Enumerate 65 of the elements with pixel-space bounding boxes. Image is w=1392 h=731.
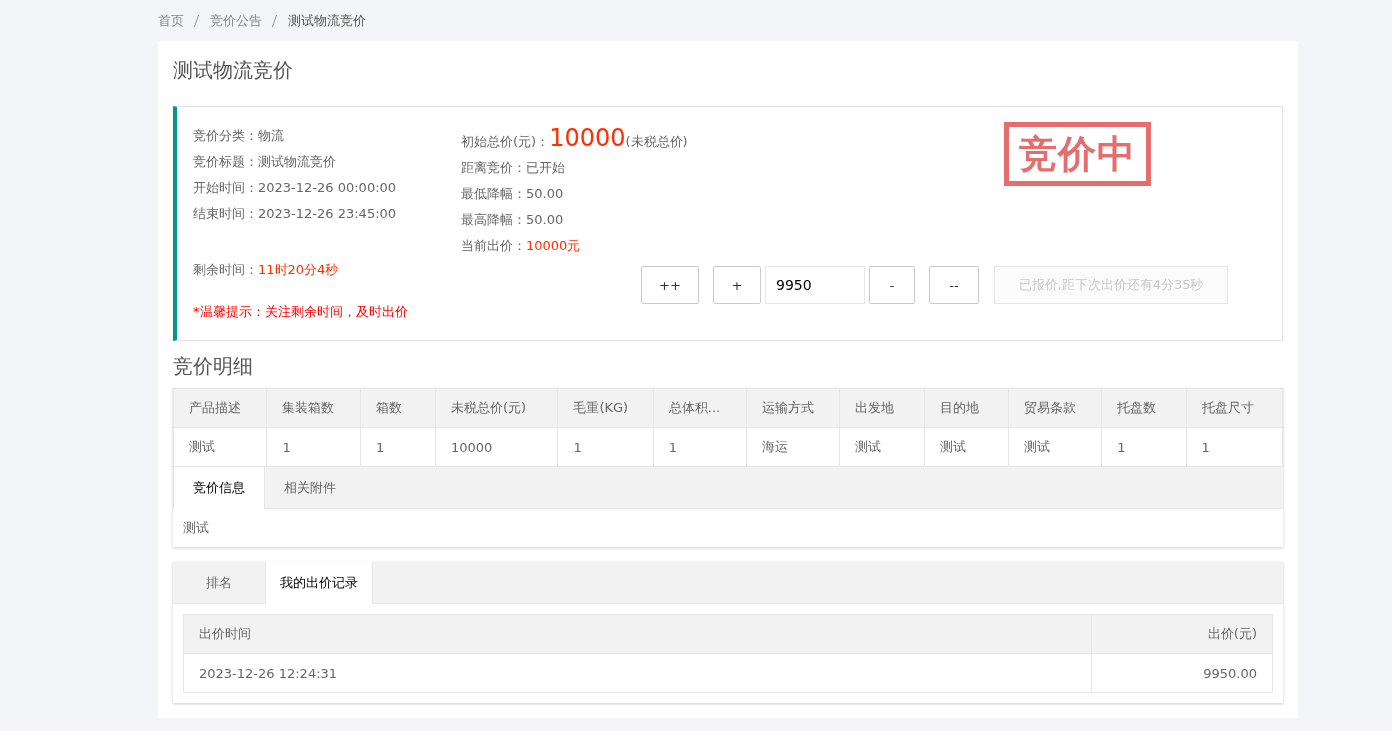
section-title: 竞价明细 — [173, 353, 254, 380]
price-value: 10000 — [549, 124, 626, 152]
breadcrumb-link[interactable]: 测试物流竞价 — [288, 11, 366, 30]
field-value: 2023-12-26 23:45:00 — [258, 206, 397, 221]
column-header: 出价时间 — [183, 614, 1092, 654]
field-label: 最高降幅： — [461, 212, 526, 227]
column-header: 目的地 — [924, 388, 1009, 428]
column-header: 未税总价(元) — [435, 388, 558, 428]
increase-more-button[interactable]: ++ — [641, 266, 699, 304]
table-cell: 测试 — [173, 427, 267, 467]
field-label: 初始总价(元)： — [461, 134, 550, 149]
tab-content: 测试 — [182, 519, 210, 537]
field-label: 距离竞价： — [461, 160, 526, 175]
tab[interactable]: 竞价信息 — [173, 467, 265, 509]
field-value: 2023-12-26 00:00:00 — [258, 180, 397, 195]
field-label: 结束时间： — [193, 206, 258, 221]
field-label: 剩余时间： — [193, 262, 258, 277]
table-cell: 2023-12-26 12:24:31 — [183, 653, 1092, 693]
tab[interactable]: 相关附件 — [265, 467, 355, 508]
column-header: 运输方式 — [746, 388, 840, 428]
column-header: 贸易条款 — [1008, 388, 1102, 428]
field-value: 10000元 — [526, 238, 581, 253]
table-cell: 测试 — [839, 427, 925, 467]
status-stamp: 竞价中 — [1004, 122, 1151, 186]
decrease-more-button[interactable]: -- — [929, 266, 979, 304]
table-cell: 1 — [557, 427, 654, 467]
increase-button[interactable]: + — [713, 266, 761, 304]
field-value: 50.00 — [526, 212, 564, 227]
field-value: 物流 — [258, 128, 284, 143]
column-header: 出发地 — [839, 388, 925, 428]
column-header: 出价(元) — [1091, 614, 1273, 654]
breadcrumb-link[interactable]: 首页 — [158, 11, 184, 30]
page-title: 测试物流竞价 — [173, 57, 294, 84]
field-label: 竞价标题： — [193, 154, 258, 169]
column-header: 托盘尺寸 — [1186, 388, 1283, 428]
table-cell: 测试 — [924, 427, 1009, 467]
table-cell: 1 — [1186, 427, 1283, 467]
price-note: (未税总价) — [625, 134, 688, 149]
field-value: 已开始 — [526, 160, 565, 175]
table-cell: 9950.00 — [1091, 653, 1273, 693]
table-cell: 1 — [360, 427, 436, 467]
field-value: 11时20分4秒 — [258, 262, 339, 277]
field-label: 当前出价： — [461, 238, 526, 253]
column-header: 总体积... — [653, 388, 747, 428]
decrease-button[interactable]: - — [869, 266, 915, 304]
field-value: 测试物流竞价 — [258, 154, 336, 169]
table-cell: 1 — [1101, 427, 1187, 467]
field-label: 最低降幅： — [461, 186, 526, 201]
field-value: 50.00 — [526, 186, 564, 201]
field-label: 竞价分类： — [193, 128, 258, 143]
column-header: 毛重(KG) — [557, 388, 654, 428]
bid-input[interactable]: 9950 — [765, 266, 865, 304]
column-header: 托盘数 — [1101, 388, 1187, 428]
tab[interactable]: 我的出价记录 — [265, 562, 373, 604]
table-cell: 1 — [266, 427, 361, 467]
tab[interactable]: 排名 — [173, 562, 265, 603]
column-header: 箱数 — [360, 388, 436, 428]
warning-tip: *温馨提示：关注剩余时间，及时出价 — [193, 303, 409, 321]
column-header: 产品描述 — [173, 388, 267, 428]
table-cell: 海运 — [746, 427, 840, 467]
table-cell: 1 — [653, 427, 747, 467]
column-header: 集装箱数 — [266, 388, 361, 428]
table-cell: 测试 — [1008, 427, 1102, 467]
field-label: 开始时间： — [193, 180, 258, 195]
table-cell: 10000 — [435, 427, 558, 467]
